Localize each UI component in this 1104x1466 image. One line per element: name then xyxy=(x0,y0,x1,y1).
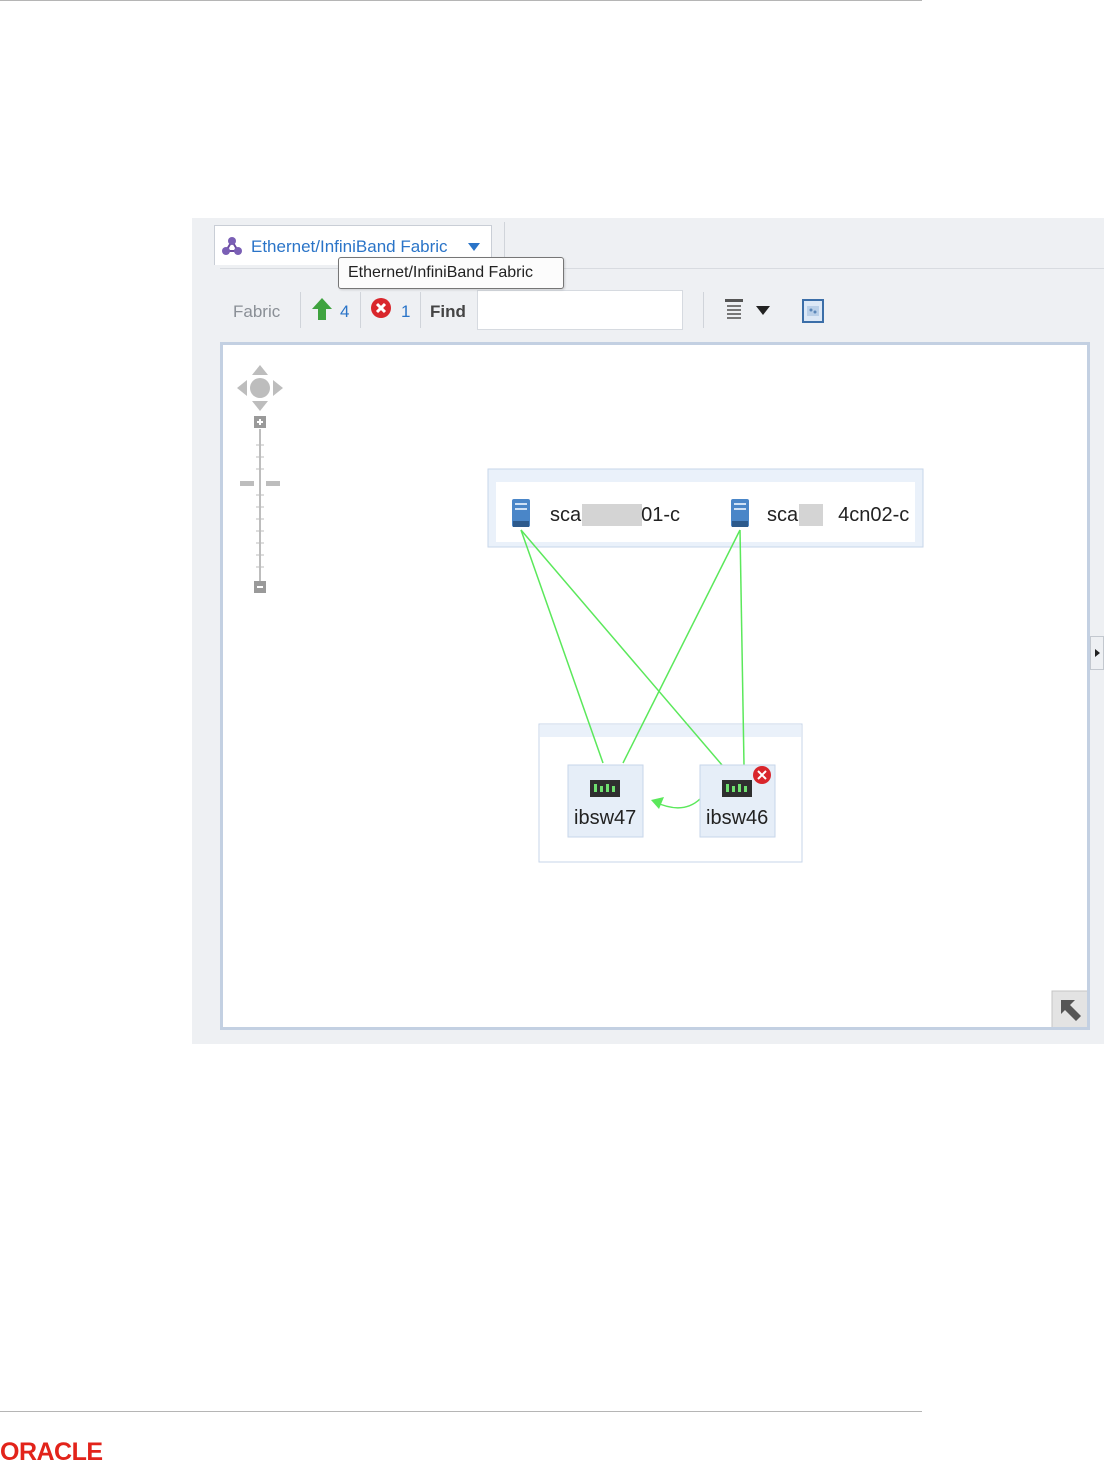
up-arrow-icon[interactable] xyxy=(311,297,333,321)
fabric-toolbar: Fabric 4 1 Find xyxy=(192,280,1104,338)
find-input[interactable] xyxy=(477,290,683,330)
zoom-slider[interactable] xyxy=(240,429,280,585)
toolbar-separator xyxy=(300,292,301,328)
fabric-screenshot: Ethernet/InfiniBand Fabric Ethernet/Infi… xyxy=(192,218,1104,1044)
chevron-down-icon[interactable] xyxy=(756,306,770,315)
toolbar-separator xyxy=(703,292,704,328)
fabric-label: Fabric xyxy=(233,302,281,321)
server-icon[interactable] xyxy=(512,499,530,527)
error-count[interactable]: 1 xyxy=(401,302,410,322)
switch-node-label[interactable]: ibsw47 xyxy=(574,807,636,830)
compute-node-label[interactable]: sca 01-c xyxy=(550,504,680,527)
switch-icon xyxy=(590,780,620,797)
compute-node-label[interactable]: sca 4cn02-c xyxy=(767,504,909,527)
fabric-view-label[interactable]: Ethernet/InfiniBand Fabric xyxy=(251,237,448,257)
view-tab-bar: Ethernet/InfiniBand Fabric xyxy=(192,218,1104,270)
toolbar-separator xyxy=(360,292,361,328)
layout-menu-icon[interactable] xyxy=(723,298,745,322)
topology-diagram xyxy=(237,365,1087,1027)
pan-control[interactable] xyxy=(237,365,283,411)
export-image-icon[interactable] xyxy=(801,299,825,323)
tab-tooltip: Ethernet/InfiniBand Fabric xyxy=(338,257,564,289)
error-icon[interactable] xyxy=(370,297,392,319)
page-bottom-rule xyxy=(0,1411,922,1412)
zoom-in-icon[interactable] xyxy=(254,416,266,428)
oracle-logo: ORACLE xyxy=(0,1438,103,1466)
error-badge-icon xyxy=(753,766,771,784)
find-label: Find xyxy=(430,302,466,321)
switch-icon xyxy=(722,780,752,797)
chevron-down-icon[interactable] xyxy=(468,243,480,251)
topology-canvas[interactable]: sca 01-c sca 4cn02-c ibsw47 ibsw46 xyxy=(220,342,1090,1030)
page-top-rule xyxy=(0,0,922,1)
up-count[interactable]: 4 xyxy=(340,302,349,322)
toolbar-separator xyxy=(420,292,421,328)
network-topology-icon xyxy=(222,237,242,255)
zoom-out-icon[interactable] xyxy=(254,581,266,593)
expand-panel-handle[interactable] xyxy=(1090,636,1104,670)
fit-to-view-button[interactable] xyxy=(1051,990,1087,1027)
switch-node-label[interactable]: ibsw46 xyxy=(706,807,768,830)
server-icon[interactable] xyxy=(731,499,749,527)
